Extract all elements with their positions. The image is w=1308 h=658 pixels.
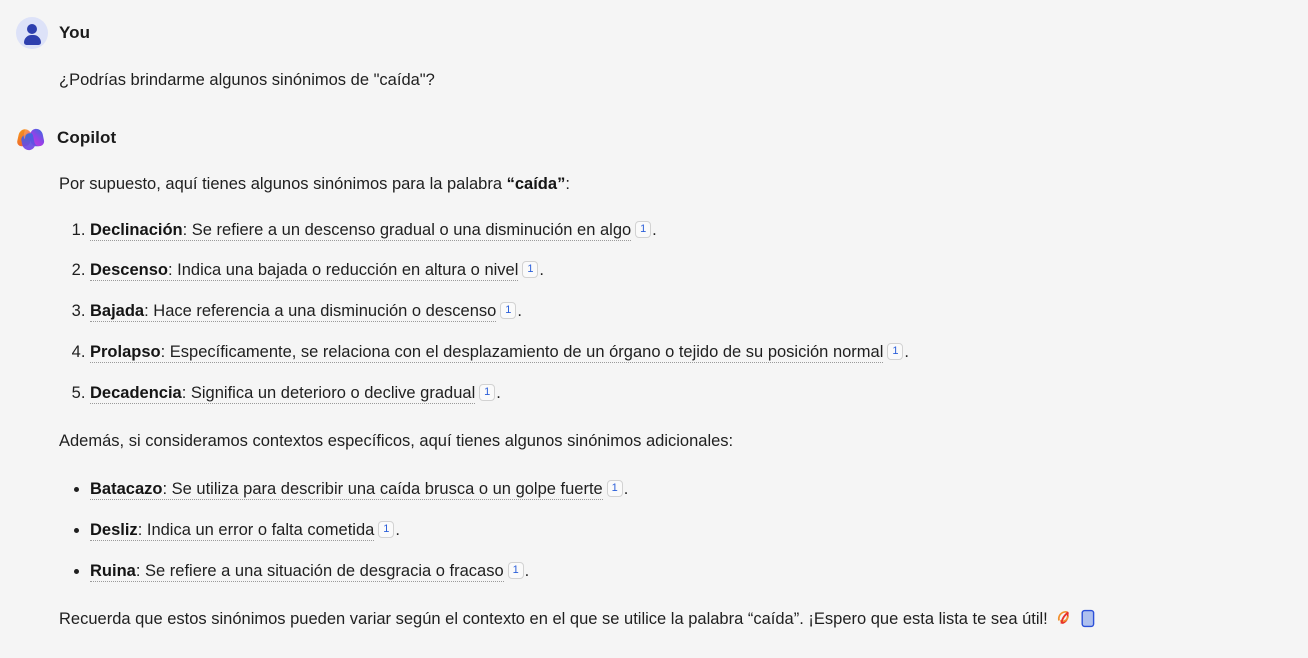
assistant-message: Copilot Por supuesto, aquí tienes alguno… [0, 93, 1308, 636]
citation-underlined-text: Prolapso: Específicamente, se relaciona … [90, 342, 884, 363]
synonym-definition: : Hace referencia a una disminución o de… [144, 302, 497, 320]
leaf-icon [1055, 609, 1074, 636]
citation-badge[interactable]: 1 [635, 220, 652, 238]
avatar-head-shape [27, 24, 37, 34]
closing-before-text: Recuerda que estos sinónimos pueden vari… [59, 610, 748, 629]
synonym-definition: : Indica una bajada o reducción en altur… [167, 261, 519, 280]
intro-after-text: : [565, 174, 570, 193]
list-item: Decadencia: Significa un deterioro o dec… [90, 381, 1288, 406]
list-item: Declinación: Se refiere a un descenso gr… [90, 218, 1288, 243]
sentence-period: . [524, 561, 530, 580]
citation-badge[interactable]: 1 [887, 342, 904, 360]
intro-before-text: Por supuesto, aquí tienes algunos sinóni… [59, 174, 507, 193]
synonyms-numbered-list: Declinación: Se refiere a un descenso gr… [59, 218, 1288, 406]
chat-conversation: You ¿Podrías brindarme algunos sinónimos… [0, 0, 1308, 658]
assistant-author-label: Copilot [57, 127, 117, 147]
synonym-term: Batacazo [90, 480, 163, 498]
user-message-header: You [0, 17, 1308, 49]
assistant-intro-paragraph: Por supuesto, aquí tienes algunos sinóni… [59, 153, 1288, 197]
citation-badge[interactable]: 1 [378, 520, 395, 538]
citation-underlined-text: Declinación: Se refiere a un descenso gr… [90, 220, 632, 241]
sentence-period: . [904, 342, 909, 361]
list-item: Ruina: Se refiere a una situación de des… [90, 559, 1288, 584]
synonym-term: Decadencia [90, 383, 182, 402]
list-item: Bajada: Hace referencia a una disminució… [90, 299, 1288, 324]
synonym-definition: : Significa un deterioro o declive gradu… [181, 383, 476, 402]
assistant-mid-paragraph: Además, si consideramos contextos especí… [59, 432, 734, 451]
synonym-definition: : Específicamente, se relaciona con el d… [160, 342, 884, 361]
user-message: You ¿Podrías brindarme algunos sinónimos… [0, 0, 1308, 93]
book-icon [1081, 609, 1095, 636]
user-author-label: You [59, 23, 91, 42]
closing-quoted-word: “caída” [747, 610, 800, 629]
citation-underlined-text: Ruina: Se refiere a una situación de des… [90, 561, 504, 582]
avatar-body-shape [23, 35, 41, 45]
citation-badge[interactable]: 1 [522, 261, 539, 279]
synonym-term: Declinación [90, 220, 183, 239]
sentence-period: . [517, 302, 522, 320]
sentence-period: . [652, 220, 657, 239]
citation-underlined-text: Desliz: Indica un error o falta cometida [90, 520, 375, 541]
synonym-term: Bajada [90, 302, 145, 320]
user-question-text: ¿Podrías brindarme algunos sinónimos de … [59, 71, 435, 89]
citation-underlined-text: Bajada: Hace referencia a una disminució… [90, 302, 497, 322]
sentence-period: . [623, 480, 629, 498]
assistant-closing-paragraph: Recuerda que estos sinónimos pueden vari… [59, 607, 1288, 636]
user-avatar-icon [16, 17, 48, 49]
closing-after-text: . ¡Espero que esta lista te sea útil! [799, 610, 1048, 629]
sentence-period: . [496, 383, 501, 402]
intro-quoted-word: “caída” [506, 174, 566, 193]
synonym-definition: : Indica un error o falta cometida [137, 520, 375, 539]
synonym-term: Ruina [90, 561, 136, 580]
synonym-definition: : Se refiere a una situación de desgraci… [135, 561, 504, 580]
citation-badge[interactable]: 1 [606, 480, 623, 497]
list-item: Desliz: Indica un error o falta cometida… [90, 518, 1288, 543]
citation-underlined-text: Decadencia: Significa un deterioro o dec… [90, 383, 476, 404]
synonym-definition: : Se utiliza para describir una caída br… [162, 480, 603, 498]
citation-badge[interactable]: 1 [500, 302, 517, 319]
citation-badge[interactable]: 1 [479, 383, 496, 401]
assistant-message-header: Copilot [0, 123, 1308, 153]
sentence-period: . [539, 261, 544, 280]
citation-badge[interactable]: 1 [507, 561, 524, 579]
list-item: Prolapso: Específicamente, se relaciona … [90, 340, 1288, 365]
synonym-term: Prolapso [90, 342, 161, 361]
user-message-body: ¿Podrías brindarme algunos sinónimos de … [0, 49, 1308, 93]
list-item: Descenso: Indica una bajada o reducción … [90, 258, 1288, 283]
citation-underlined-text: Descenso: Indica una bajada o reducción … [90, 261, 519, 282]
citation-underlined-text: Batacazo: Se utiliza para describir una … [90, 480, 603, 500]
synonym-term: Desliz [90, 520, 138, 539]
synonym-definition: : Se refiere a un descenso gradual o una… [182, 220, 632, 239]
list-item: Batacazo: Se utiliza para describir una … [90, 477, 1288, 502]
copilot-logo-icon [16, 123, 46, 153]
synonyms-bullet-list: Batacazo: Se utiliza para describir una … [59, 477, 1288, 583]
synonym-term: Descenso [90, 261, 168, 280]
assistant-message-body: Por supuesto, aquí tienes algunos sinóni… [0, 153, 1308, 636]
sentence-period: . [395, 520, 400, 539]
